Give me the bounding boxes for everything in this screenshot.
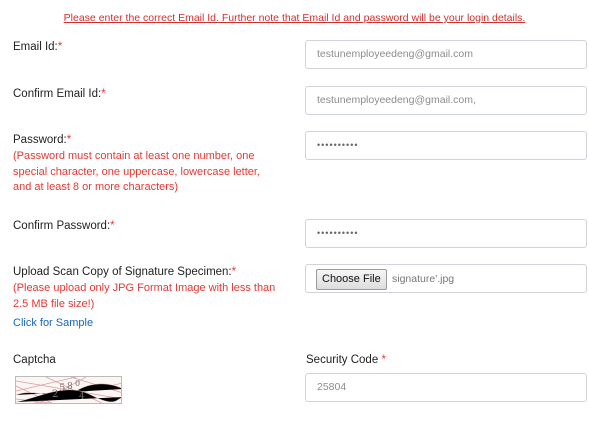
- confirm-email-label-text: Confirm Email Id:: [13, 88, 102, 100]
- password-hint-line: (Password must contain at least one numb…: [13, 150, 255, 162]
- security-code-label: Security Code *: [306, 353, 386, 368]
- captcha-label: Captcha: [13, 354, 56, 366]
- password-rules-hint: (Password must contain at least one numb…: [13, 149, 260, 196]
- confirm-password-label-text: Confirm Password:: [13, 220, 111, 232]
- confirm-email-field[interactable]: testunemployeedeng@gmail.com,: [305, 86, 587, 115]
- required-mark: *: [231, 266, 237, 278]
- password-hint-line: special character, one uppercase, lowerc…: [13, 165, 261, 178]
- password-field[interactable]: ••••••••••: [305, 131, 587, 160]
- password-masked-value: ••••••••••: [317, 140, 359, 150]
- captcha-image: 2 5 8 0 4: [15, 376, 122, 404]
- captcha-noise-graphic: 2 5 8 0 4: [16, 377, 121, 403]
- signature-hint-line: 2.5 MB file size!): [13, 297, 95, 310]
- password-hint-line: and at least 8 or more characters): [13, 181, 179, 193]
- required-mark: *: [110, 220, 115, 232]
- captcha-char: 0: [75, 379, 80, 388]
- signature-format-hint: (Please upload only JPG Format Image wit…: [13, 281, 275, 312]
- captcha-char: 8: [67, 382, 73, 392]
- required-mark: *: [101, 88, 106, 100]
- signature-upload-label: Upload Scan Copy of Signature Specimen:*: [13, 265, 236, 280]
- required-mark: *: [66, 134, 72, 146]
- confirm-password-label: Confirm Password:*: [13, 219, 115, 234]
- signature-hint-line: (Please upload only JPG Format Image wit…: [13, 282, 276, 294]
- password-label: Password:*: [13, 133, 71, 148]
- captcha-char: 5: [59, 383, 65, 394]
- captcha-char: 4: [79, 392, 85, 402]
- confirm-email-label: Confirm Email Id:*: [13, 87, 106, 102]
- security-code-field[interactable]: 25804: [305, 373, 587, 402]
- email-label-text: Email Id:: [13, 41, 58, 53]
- confirm-password-masked-value: ••••••••••: [317, 228, 359, 238]
- confirm-password-field[interactable]: ••••••••••: [305, 219, 587, 248]
- choose-file-button[interactable]: Choose File: [316, 269, 387, 290]
- login-details-notice: Please enter the correct Email Id. Furth…: [63, 12, 526, 24]
- email-field[interactable]: testunemployeedeng@gmail.com: [305, 40, 587, 69]
- email-label: Email Id:*: [13, 40, 62, 55]
- sample-signature-link[interactable]: Click for Sample: [13, 317, 93, 329]
- required-mark: *: [57, 41, 63, 53]
- signature-label-text: Upload Scan Copy of Signature Specimen:: [13, 266, 232, 278]
- selected-file-name: signature'.jpg: [392, 273, 455, 285]
- security-code-label-text: Security Code: [306, 354, 382, 366]
- required-mark: *: [381, 354, 386, 366]
- captcha-char: 2: [52, 389, 58, 400]
- password-label-text: Password:: [13, 134, 67, 146]
